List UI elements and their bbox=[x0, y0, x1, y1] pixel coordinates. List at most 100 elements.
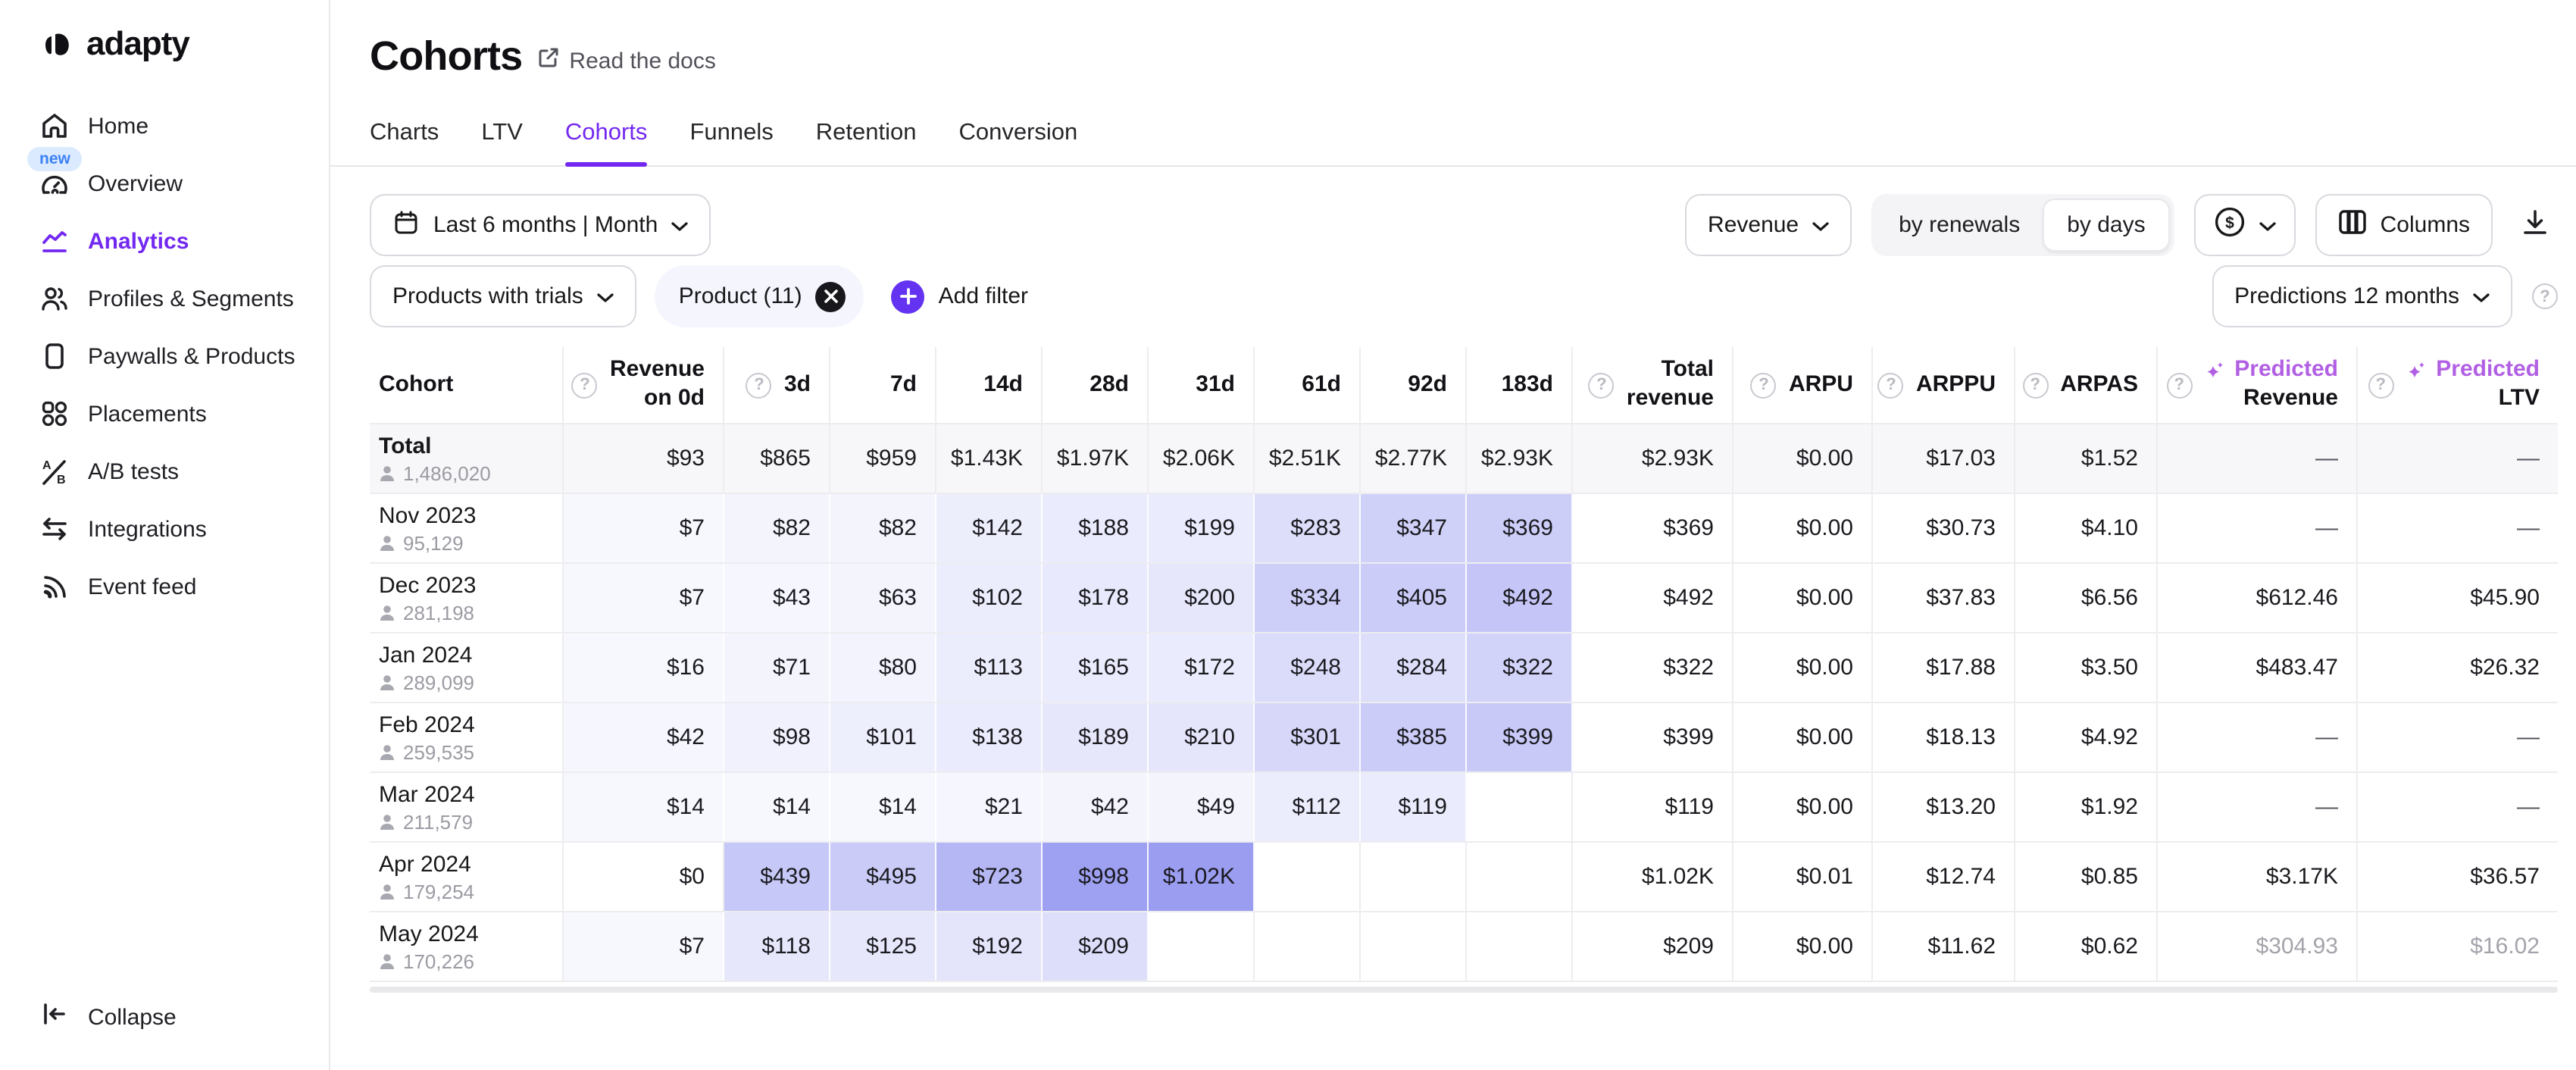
predictions-help-icon[interactable]: ? bbox=[2532, 283, 2558, 309]
column-header-label: 183d bbox=[1502, 371, 1553, 399]
sidebar-item-label: Paywalls & Products bbox=[88, 343, 295, 369]
value-cell: $14 bbox=[830, 773, 936, 841]
sidebar-item-label: Overview bbox=[88, 171, 183, 196]
gauge-icon bbox=[39, 168, 70, 199]
chip-close-icon[interactable] bbox=[816, 281, 846, 311]
columns-label: Columns bbox=[2381, 212, 2470, 238]
help-icon[interactable]: ? bbox=[2166, 372, 2192, 398]
column-header-arpas: ?ARPAS bbox=[2015, 347, 2158, 423]
sidebar-item-home[interactable]: Home bbox=[0, 103, 329, 149]
collapse-button[interactable]: Collapse bbox=[0, 994, 329, 1040]
products-dropdown[interactable]: Products with trials bbox=[370, 265, 636, 327]
cohort-users-count: 281,198 bbox=[379, 601, 474, 624]
value-cell: $188 bbox=[1043, 494, 1149, 562]
help-icon[interactable]: ? bbox=[572, 372, 598, 398]
line-chart-icon bbox=[39, 226, 70, 256]
help-icon[interactable]: ? bbox=[746, 372, 772, 398]
value-cell: $43 bbox=[724, 564, 830, 632]
column-header-label: Cohort bbox=[379, 371, 453, 399]
column-header-d3: ?3d bbox=[724, 347, 830, 423]
value-cell bbox=[1255, 912, 1361, 981]
column-header-label: Revenueon 0d bbox=[610, 357, 705, 414]
column-header-pred_revenue: ?PredictedRevenue bbox=[2158, 347, 2358, 423]
sidebar-item-label: Event feed bbox=[88, 574, 196, 599]
value-cell: $723 bbox=[936, 843, 1043, 911]
grid-icon bbox=[39, 399, 70, 429]
date-range-button[interactable]: Last 6 months | Month bbox=[370, 194, 711, 256]
tab-cohorts[interactable]: Cohorts bbox=[565, 120, 648, 167]
value-cell: $119 bbox=[1361, 773, 1467, 841]
renewals-days-toggle: by renewalsby days bbox=[1871, 194, 2174, 256]
column-header-label: 14d bbox=[983, 371, 1023, 399]
value-cell: $82 bbox=[724, 494, 830, 562]
tab-funnels[interactable]: Funnels bbox=[689, 120, 773, 167]
sidebar-item-placements[interactable]: Placements bbox=[0, 391, 329, 436]
value-cell: $102 bbox=[936, 564, 1043, 632]
sidebar-item-integrations[interactable]: Integrations bbox=[0, 506, 329, 552]
logo-text: adapty bbox=[86, 24, 189, 64]
value-cell: $192 bbox=[936, 912, 1043, 981]
sidebar-item-analytics[interactable]: Analytics bbox=[0, 218, 329, 264]
column-header-pred_ltv: ?PredictedLTV bbox=[2358, 347, 2558, 423]
value-cell: $71 bbox=[724, 634, 830, 702]
cohort-cell: Dec 2023281,198 bbox=[370, 564, 564, 632]
sidebar-item-a-b-tests[interactable]: ABA/B tests bbox=[0, 449, 329, 494]
cohort-name: Jan 2024 bbox=[379, 642, 472, 668]
value-cell: $347 bbox=[1361, 494, 1467, 562]
currency-dropdown[interactable]: $ bbox=[2194, 194, 2296, 256]
predicted-cell-pred_ltv: $45.90 bbox=[2358, 564, 2558, 632]
calendar-icon bbox=[392, 208, 420, 242]
help-icon[interactable]: ? bbox=[2022, 372, 2048, 398]
horizontal-scrollbar[interactable] bbox=[370, 987, 2558, 993]
help-icon[interactable]: ? bbox=[1878, 372, 1904, 398]
download-button[interactable] bbox=[2512, 194, 2558, 256]
cohort-name: Mar 2024 bbox=[379, 781, 475, 807]
predicted-cell-pred_revenue: — bbox=[2158, 424, 2358, 493]
adapty-logo[interactable]: adapty bbox=[0, 18, 329, 70]
help-icon[interactable]: ? bbox=[1751, 372, 1777, 398]
filter-row-primary: Last 6 months | Month Revenue by renewal… bbox=[370, 194, 2558, 256]
help-icon[interactable]: ? bbox=[2368, 372, 2393, 398]
toggle-option-by-renewals[interactable]: by renewals bbox=[1876, 199, 2043, 252]
columns-button[interactable]: Columns bbox=[2315, 194, 2493, 256]
column-header-label: 7d bbox=[890, 371, 917, 399]
tab-charts[interactable]: Charts bbox=[370, 120, 439, 167]
column-header-total: ?Totalrevenue bbox=[1573, 347, 1733, 423]
value-cell: $118 bbox=[724, 912, 830, 981]
value-cell: $21 bbox=[936, 773, 1043, 841]
chevron-down-icon bbox=[671, 212, 688, 238]
product-filter-chip[interactable]: Product (11) bbox=[655, 265, 864, 327]
home-icon bbox=[39, 111, 70, 141]
summary-cell-total: $2.93K bbox=[1573, 424, 1733, 493]
sidebar-item-overview[interactable]: newOverview bbox=[0, 161, 329, 206]
metric-label: Revenue bbox=[1708, 212, 1799, 238]
chevron-down-icon bbox=[2259, 212, 2276, 238]
sidebar-item-paywalls-products[interactable]: Paywalls & Products bbox=[0, 333, 329, 379]
predicted-cell-pred_revenue: $612.46 bbox=[2158, 564, 2358, 632]
tab-conversion[interactable]: Conversion bbox=[958, 120, 1077, 167]
toggle-option-by-days[interactable]: by days bbox=[2043, 199, 2169, 252]
value-cell: $125 bbox=[830, 912, 936, 981]
cohort-users-count: 289,099 bbox=[379, 671, 474, 693]
sidebar-item-profiles-segments[interactable]: Profiles & Segments bbox=[0, 276, 329, 321]
column-header-d28: 28d bbox=[1043, 347, 1149, 423]
predicted-cell-pred_ltv: — bbox=[2358, 773, 2558, 841]
column-header-arppu: ?ARPPU bbox=[1873, 347, 2015, 423]
person-icon bbox=[379, 604, 395, 621]
summary-cell-arppu: $17.03 bbox=[1873, 424, 2015, 493]
add-filter-button[interactable]: Add filter bbox=[892, 280, 1028, 313]
sparkle-icon bbox=[2406, 360, 2427, 381]
predictions-dropdown[interactable]: Predictions 12 months bbox=[2212, 265, 2512, 327]
collapse-icon bbox=[39, 999, 70, 1035]
sidebar-item-label: Home bbox=[88, 113, 148, 139]
tab-ltv[interactable]: LTV bbox=[481, 120, 523, 167]
read-docs-link[interactable]: Read the docs bbox=[536, 45, 715, 76]
metric-dropdown[interactable]: Revenue bbox=[1685, 194, 1852, 256]
users-icon bbox=[39, 283, 70, 314]
sidebar-item-event-feed[interactable]: Event feed bbox=[0, 564, 329, 609]
cohort-users-count: 1,486,020 bbox=[379, 461, 491, 484]
predictions-label: Predictions 12 months bbox=[2234, 283, 2459, 309]
help-icon[interactable]: ? bbox=[1589, 372, 1615, 398]
cohort-cell: Total1,486,020 bbox=[370, 424, 564, 493]
tab-retention[interactable]: Retention bbox=[816, 120, 917, 167]
